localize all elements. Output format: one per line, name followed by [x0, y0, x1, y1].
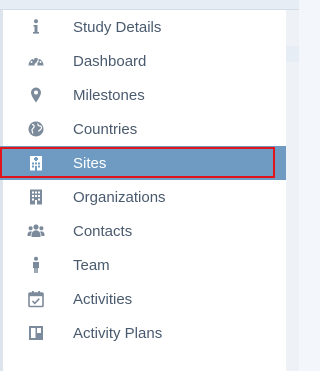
- sidebar-item-label: Countries: [73, 120, 138, 138]
- sidebar-item-dashboard[interactable]: Dashboard: [0, 44, 286, 78]
- sidebar-item-label: Sites: [73, 154, 107, 172]
- sidebar-item-sites[interactable]: Sites: [0, 146, 286, 180]
- sidebar-item-team[interactable]: Team: [0, 248, 286, 282]
- sidebar-item-label: Organizations: [73, 188, 166, 206]
- sidebar-item-label: Contacts: [73, 222, 133, 240]
- dashboard-gauge-icon: [27, 52, 45, 70]
- sidebar-nav: Study Details Dashboard Milestones Count…: [0, 10, 286, 350]
- sidebar-item-contacts[interactable]: Contacts: [0, 214, 286, 248]
- sidebar-item-countries[interactable]: Countries: [0, 112, 286, 146]
- sidebar-item-organizations[interactable]: Organizations: [0, 180, 286, 214]
- sidebar-item-label: Dashboard: [73, 52, 147, 70]
- sidebar-item-activity-plans[interactable]: Activity Plans: [0, 316, 286, 350]
- globe-icon: [27, 120, 45, 138]
- person-icon: [27, 256, 45, 274]
- users-group-icon: [27, 222, 45, 240]
- sidebar-item-label: Activities: [73, 290, 133, 308]
- map-pin-icon: [27, 86, 45, 104]
- sidebar-item-milestones[interactable]: Milestones: [0, 78, 286, 112]
- calendar-check-icon: [27, 290, 45, 308]
- sidebar-item-label: Activity Plans: [73, 324, 163, 342]
- sidebar-item-study-details[interactable]: Study Details: [0, 10, 286, 44]
- building-icon: [27, 188, 45, 206]
- top-edge: [0, 0, 299, 10]
- sidebar-item-label: Team: [73, 256, 110, 274]
- hospital-building-icon: [27, 154, 45, 172]
- info-icon: [27, 18, 45, 36]
- sidebar-item-label: Milestones: [73, 86, 145, 104]
- sidebar-item-activities[interactable]: Activities: [0, 282, 286, 316]
- content-edge: [286, 10, 299, 371]
- sidebar-item-label: Study Details: [73, 18, 162, 36]
- panel-layout-icon: [27, 324, 45, 342]
